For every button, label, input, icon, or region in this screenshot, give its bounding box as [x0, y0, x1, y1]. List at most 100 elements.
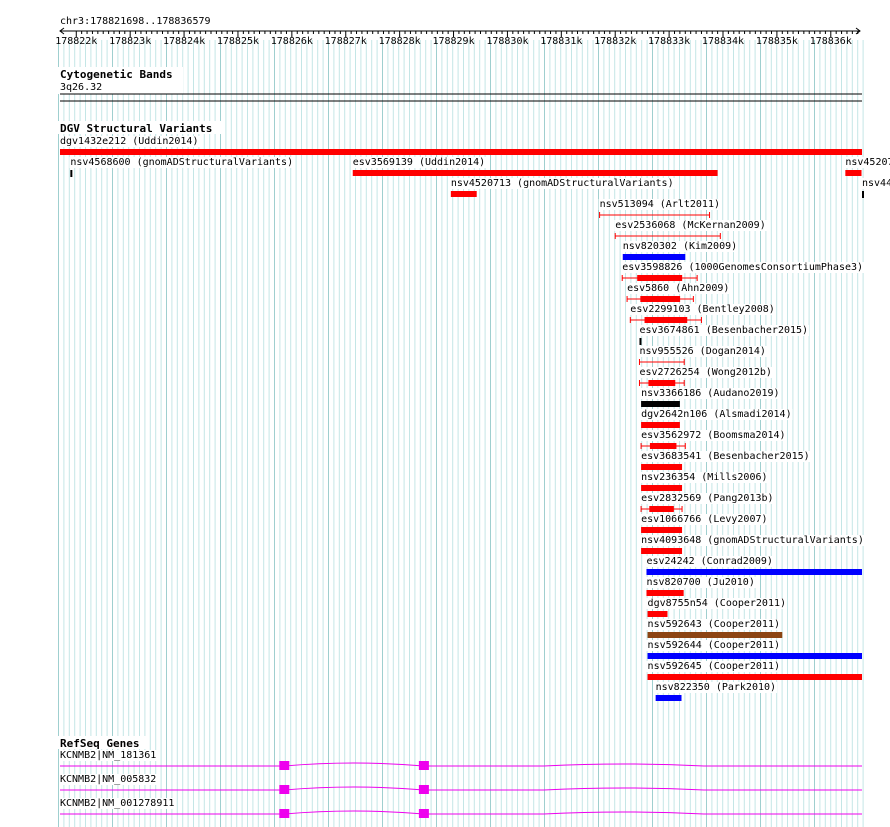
sv-feature-label: nsv592643 (Cooper2011): [648, 619, 780, 630]
sv-feature[interactable]: nsv592644 (Cooper2011): [646, 640, 862, 659]
refseq-gene[interactable]: KCNMB2|NM_005832: [59, 774, 862, 794]
sv-feature-label: esv2536068 (McKernan2009): [615, 220, 766, 231]
sv-feature-label: esv3562972 (Boomsma2014): [641, 430, 786, 441]
ruler-tick-label: 178836k: [810, 36, 852, 47]
ruler-tick-label: 178826k: [271, 36, 313, 47]
sv-feature-label: nsv3366186 (Audano2019): [641, 388, 779, 399]
ruler-tick-label: 178828k: [379, 36, 421, 47]
refseq-gene-label: KCNMB2|NM_005832: [60, 774, 156, 785]
sv-feature[interactable]: esv3562972 (Boomsma2014): [640, 430, 787, 449]
sv-feature-label: nsv4520713 (gnomADStructuralVariants): [451, 178, 674, 189]
sv-feature-label: esv2832569 (Pang2013b): [641, 493, 773, 504]
ruler-tick-label: 178823k: [109, 36, 151, 47]
ruler-tick-label: 178829k: [432, 36, 474, 47]
ruler-tick: 178834k: [702, 31, 744, 47]
sv-feature-label: nsv592645 (Cooper2011): [648, 661, 780, 672]
sv-feature-label: esv1066766 (Levy2007): [641, 514, 767, 525]
sv-feature[interactable]: esv2726254 (Wong2012b): [638, 367, 773, 386]
dgv-track-title: DGV Structural Variants: [60, 122, 212, 135]
sv-feature[interactable]: dgv1432e212 (Uddin2014): [59, 136, 862, 155]
sv-feature-label: nsv4093648 (gnomADStructuralVariants): [641, 535, 864, 546]
ruler-tick-label: 178824k: [163, 36, 205, 47]
sv-feature[interactable]: esv3598826 (1000GenomesConsortiumPhase3): [621, 262, 865, 281]
ruler-tick: 178822k: [55, 31, 97, 47]
sv-feature[interactable]: nsv592643 (Cooper2011): [646, 619, 783, 638]
ruler-tick: 178836k: [810, 31, 852, 47]
ruler-tick: 178830k: [486, 31, 529, 47]
refseq-genes: KCNMB2|NM_181361 KCNMB2|NM_005832 KCNMB2|N…: [59, 750, 862, 818]
sv-feature[interactable]: nsv4520713 (gnomADStructuralVariants): [449, 178, 675, 197]
ruler-tick: 178835k: [756, 31, 798, 47]
sv-feature-label: esv24242 (Conrad2009): [646, 556, 772, 567]
ruler-tick: 178824k: [163, 31, 205, 47]
sv-feature[interactable]: nsv4520760 (gno: [844, 157, 890, 176]
exon-block: [279, 761, 290, 770]
sv-feature[interactable]: esv3683541 (Besenbacher2015): [640, 451, 811, 470]
sv-feature-label: esv3598826 (1000GenomesConsortiumPhase3): [622, 262, 863, 273]
exon-block: [418, 809, 429, 818]
sv-feature-label: nsv4568600 (gnomADStructuralVariants): [70, 157, 293, 168]
sv-feature[interactable]: nsv3366186 (Audano2019): [640, 388, 781, 407]
ruler-tick: 178831k: [540, 31, 582, 47]
ruler-tick: 178828k: [379, 31, 421, 47]
sv-feature[interactable]: esv2832569 (Pang2013b): [640, 493, 775, 512]
refseq-gene-label: KCNMB2|NM_001278911: [60, 798, 174, 809]
sv-feature[interactable]: esv3674861 (Besenbacher2015): [638, 325, 810, 345]
sv-feature-label: nsv447000: [862, 178, 890, 189]
sv-feature[interactable]: esv2299103 (Bentley2008): [629, 304, 776, 323]
ruler-tick-label: 178827k: [325, 36, 367, 47]
ruler-tick-label: 178822k: [55, 36, 97, 47]
sv-feature-label: dgv8755n54 (Cooper2011): [648, 598, 786, 609]
ruler-tick-label: 178832k: [594, 36, 636, 47]
sv-feature-label: dgv1432e212 (Uddin2014): [60, 136, 198, 147]
ruler-tick-label: 178834k: [702, 36, 744, 47]
ruler-tick: 178833k: [648, 31, 690, 47]
ruler-tick-label: 178831k: [540, 36, 582, 47]
exon-block: [418, 761, 429, 770]
sv-feature-label: nsv955526 (Dogan2014): [639, 346, 765, 357]
dgv-track[interactable]: DGV Structural Variants dgv1432e212 (Udd…: [57, 121, 890, 701]
sv-feature-label: esv3569139 (Uddin2014): [353, 157, 485, 168]
sv-feature-label: nsv822350 (Park2010): [656, 682, 776, 693]
sv-feature-label: esv2299103 (Bentley2008): [630, 304, 775, 315]
sv-feature-label: esv3674861 (Besenbacher2015): [639, 325, 808, 336]
sv-feature[interactable]: nsv4568600 (gnomADStructuralVariants): [69, 157, 295, 177]
exon-block: [279, 785, 290, 794]
exon-block: [418, 785, 429, 794]
sv-feature[interactable]: nsv592645 (Cooper2011): [646, 661, 862, 680]
ruler-location: chr3:178821698..178836579: [60, 16, 211, 27]
sv-feature[interactable]: esv24242 (Conrad2009): [645, 556, 862, 575]
cytoband-track-title: Cytogenetic Bands: [60, 68, 173, 81]
ruler-tick-label: 178830k: [486, 36, 528, 47]
sv-feature[interactable]: esv3569139 (Uddin2014): [351, 157, 718, 176]
ruler[interactable]: chr3:178821698..178836579 178822k 178823k…: [55, 16, 861, 47]
ruler-tick: 178832k: [594, 31, 636, 47]
ruler-tick-label: 178833k: [648, 36, 690, 47]
sv-feature[interactable]: nsv820302 (Kim2009): [621, 241, 739, 260]
sv-feature-label: esv5860 (Ahn2009): [627, 283, 729, 294]
sv-feature[interactable]: nsv513094 (Arlt2011): [598, 199, 722, 218]
sv-feature-label: nsv4520760 (gno: [845, 157, 890, 168]
sv-feature[interactable]: nsv447000: [861, 178, 890, 198]
sv-feature[interactable]: nsv822350 (Park2010): [654, 682, 778, 701]
sv-feature-label: dgv2642n106 (Alsmadi2014): [641, 409, 792, 420]
refseq-gene-label: KCNMB2|NM_181361: [60, 750, 156, 761]
refseq-gene[interactable]: KCNMB2|NM_181361: [59, 750, 862, 770]
genome-browser-view: chr3:178821698..178836579 178822k 178823k…: [55, 16, 890, 827]
sv-feature-label: nsv513094 (Arlt2011): [600, 199, 720, 210]
ruler-tick-label: 178835k: [756, 36, 798, 47]
cytoband-label: 3q26.32: [60, 82, 102, 93]
sv-feature-label: nsv592644 (Cooper2011): [648, 640, 780, 651]
sv-feature[interactable]: dgv2642n106 (Alsmadi2014): [640, 409, 793, 428]
refseq-gene[interactable]: KCNMB2|NM_001278911: [59, 798, 862, 818]
ruler-tick: 178825k: [217, 31, 259, 47]
ruler-tick: 178823k: [109, 31, 151, 47]
sv-feature[interactable]: nsv955526 (Dogan2014): [638, 346, 767, 365]
ruler-ticks: 178822k 178823k 178824k 178825k 178826k 17882…: [55, 31, 859, 47]
ruler-tick: 178829k: [432, 31, 475, 47]
sv-feature-label: nsv820700 (Ju2010): [646, 577, 754, 588]
refseq-track-title: RefSeq Genes: [60, 737, 139, 750]
ruler-tick-label: 178825k: [217, 36, 259, 47]
sv-feature[interactable]: esv5860 (Ahn2009): [626, 283, 731, 302]
sv-feature-label: nsv820302 (Kim2009): [623, 241, 737, 252]
